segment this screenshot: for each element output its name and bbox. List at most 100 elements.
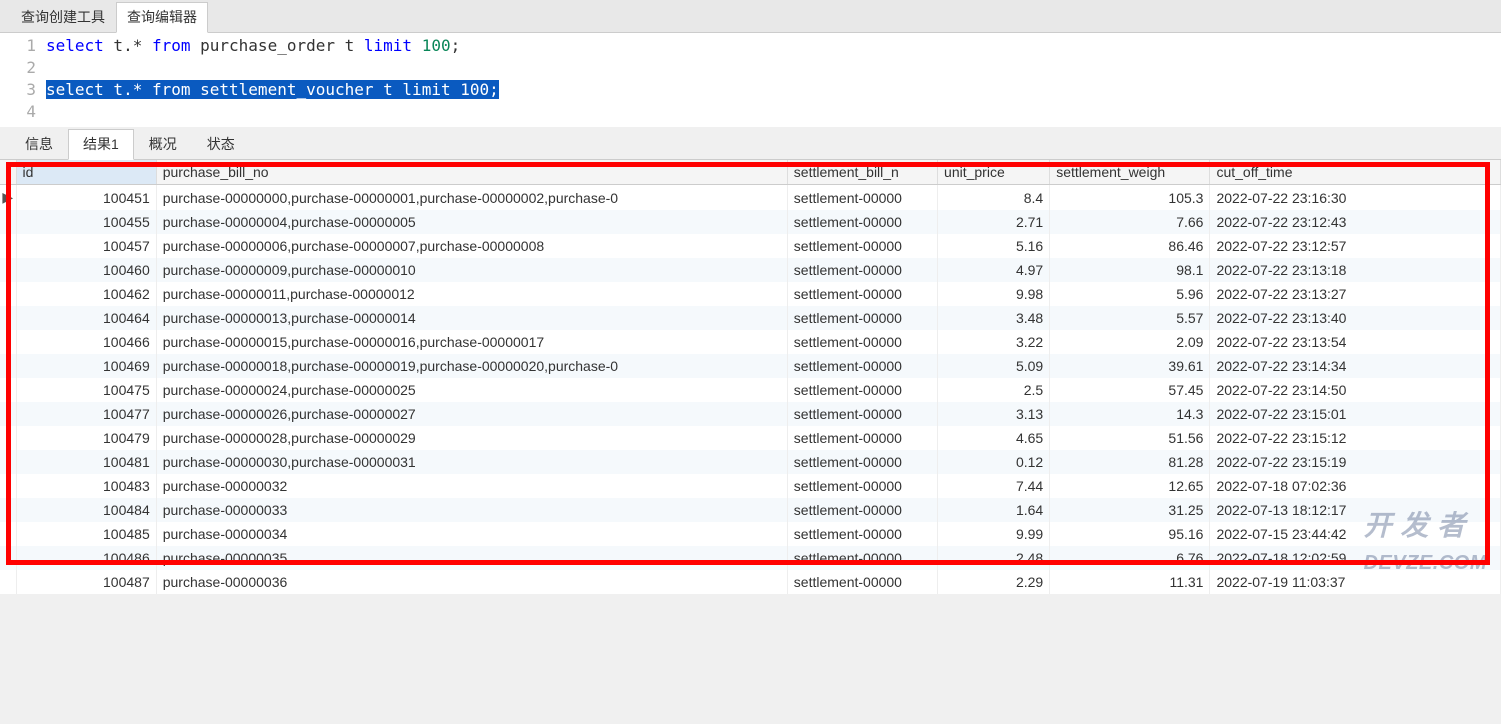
cell-id[interactable]: 100466 <box>16 330 156 354</box>
cell-cut-off-time[interactable]: 2022-07-22 23:15:01 <box>1210 402 1501 426</box>
cell-cut-off-time[interactable]: 2022-07-22 23:15:19 <box>1210 450 1501 474</box>
table-row[interactable]: 100469purchase-00000018,purchase-0000001… <box>0 354 1501 378</box>
cell-unit-price[interactable]: 2.48 <box>938 546 1050 570</box>
table-row[interactable]: 100485purchase-00000034settlement-000009… <box>0 522 1501 546</box>
cell-settlement-weight[interactable]: 12.65 <box>1050 474 1210 498</box>
table-row[interactable]: 100460purchase-00000009,purchase-0000001… <box>0 258 1501 282</box>
cell-cut-off-time[interactable]: 2022-07-18 07:02:36 <box>1210 474 1501 498</box>
cell-settlement-weight[interactable]: 2.09 <box>1050 330 1210 354</box>
table-row[interactable]: 100484purchase-00000033settlement-000001… <box>0 498 1501 522</box>
cell-unit-price[interactable]: 4.97 <box>938 258 1050 282</box>
cell-settlement-bill-no[interactable]: settlement-00000 <box>787 498 937 522</box>
cell-cut-off-time[interactable]: 2022-07-13 18:12:17 <box>1210 498 1501 522</box>
cell-settlement-weight[interactable]: 81.28 <box>1050 450 1210 474</box>
cell-unit-price[interactable]: 8.4 <box>938 185 1050 211</box>
cell-settlement-bill-no[interactable]: settlement-00000 <box>787 234 937 258</box>
results-grid[interactable]: id purchase_bill_no settlement_bill_n un… <box>0 160 1501 594</box>
column-header-settlement-bill-no[interactable]: settlement_bill_n <box>787 160 937 185</box>
cell-id[interactable]: 100464 <box>16 306 156 330</box>
cell-cut-off-time[interactable]: 2022-07-18 12:02:59 <box>1210 546 1501 570</box>
cell-cut-off-time[interactable]: 2022-07-22 23:13:40 <box>1210 306 1501 330</box>
tab-result1[interactable]: 结果1 <box>68 129 134 160</box>
sql-editor[interactable]: 1 2 3 4 select t.* from purchase_order t… <box>0 33 1501 127</box>
cell-unit-price[interactable]: 9.99 <box>938 522 1050 546</box>
cell-unit-price[interactable]: 1.64 <box>938 498 1050 522</box>
cell-settlement-weight[interactable]: 39.61 <box>1050 354 1210 378</box>
table-row[interactable]: 100475purchase-00000024,purchase-0000002… <box>0 378 1501 402</box>
column-header-cut-off-time[interactable]: cut_off_time <box>1210 160 1501 185</box>
cell-purchase-bill-no[interactable]: purchase-00000032 <box>156 474 787 498</box>
cell-unit-price[interactable]: 5.16 <box>938 234 1050 258</box>
cell-unit-price[interactable]: 7.44 <box>938 474 1050 498</box>
table-row[interactable]: 100487purchase-00000036settlement-000002… <box>0 570 1501 594</box>
cell-purchase-bill-no[interactable]: purchase-00000036 <box>156 570 787 594</box>
cell-id[interactable]: 100455 <box>16 210 156 234</box>
cell-purchase-bill-no[interactable]: purchase-00000011,purchase-00000012 <box>156 282 787 306</box>
tab-status[interactable]: 状态 <box>192 129 250 159</box>
cell-settlement-weight[interactable]: 95.16 <box>1050 522 1210 546</box>
cell-settlement-weight[interactable]: 86.46 <box>1050 234 1210 258</box>
cell-settlement-bill-no[interactable]: settlement-00000 <box>787 402 937 426</box>
cell-settlement-bill-no[interactable]: settlement-00000 <box>787 450 937 474</box>
cell-purchase-bill-no[interactable]: purchase-00000028,purchase-00000029 <box>156 426 787 450</box>
cell-cut-off-time[interactable]: 2022-07-22 23:14:34 <box>1210 354 1501 378</box>
cell-settlement-weight[interactable]: 105.3 <box>1050 185 1210 211</box>
cell-cut-off-time[interactable]: 2022-07-19 11:03:37 <box>1210 570 1501 594</box>
cell-settlement-bill-no[interactable]: settlement-00000 <box>787 354 937 378</box>
cell-unit-price[interactable]: 2.5 <box>938 378 1050 402</box>
cell-unit-price[interactable]: 9.98 <box>938 282 1050 306</box>
cell-id[interactable]: 100487 <box>16 570 156 594</box>
cell-unit-price[interactable]: 2.71 <box>938 210 1050 234</box>
cell-cut-off-time[interactable]: 2022-07-22 23:13:18 <box>1210 258 1501 282</box>
cell-settlement-weight[interactable]: 11.31 <box>1050 570 1210 594</box>
cell-settlement-bill-no[interactable]: settlement-00000 <box>787 426 937 450</box>
cell-unit-price[interactable]: 3.13 <box>938 402 1050 426</box>
column-header-unit-price[interactable]: unit_price <box>938 160 1050 185</box>
cell-settlement-bill-no[interactable]: settlement-00000 <box>787 282 937 306</box>
cell-cut-off-time[interactable]: 2022-07-22 23:13:27 <box>1210 282 1501 306</box>
cell-unit-price[interactable]: 0.12 <box>938 450 1050 474</box>
cell-id[interactable]: 100457 <box>16 234 156 258</box>
cell-unit-price[interactable]: 3.48 <box>938 306 1050 330</box>
cell-purchase-bill-no[interactable]: purchase-00000009,purchase-00000010 <box>156 258 787 282</box>
cell-purchase-bill-no[interactable]: purchase-00000024,purchase-00000025 <box>156 378 787 402</box>
cell-cut-off-time[interactable]: 2022-07-22 23:14:50 <box>1210 378 1501 402</box>
cell-id[interactable]: 100462 <box>16 282 156 306</box>
cell-settlement-weight[interactable]: 5.96 <box>1050 282 1210 306</box>
cell-purchase-bill-no[interactable]: purchase-00000013,purchase-00000014 <box>156 306 787 330</box>
cell-id[interactable]: 100481 <box>16 450 156 474</box>
cell-settlement-bill-no[interactable]: settlement-00000 <box>787 546 937 570</box>
cell-cut-off-time[interactable]: 2022-07-22 23:12:57 <box>1210 234 1501 258</box>
cell-settlement-weight[interactable]: 57.45 <box>1050 378 1210 402</box>
cell-id[interactable]: 100484 <box>16 498 156 522</box>
table-row[interactable]: ▶100451purchase-00000000,purchase-000000… <box>0 185 1501 211</box>
cell-purchase-bill-no[interactable]: purchase-00000034 <box>156 522 787 546</box>
table-row[interactable]: 100481purchase-00000030,purchase-0000003… <box>0 450 1501 474</box>
cell-purchase-bill-no[interactable]: purchase-00000018,purchase-00000019,purc… <box>156 354 787 378</box>
cell-id[interactable]: 100483 <box>16 474 156 498</box>
cell-id[interactable]: 100485 <box>16 522 156 546</box>
column-header-id[interactable]: id <box>16 160 156 185</box>
tab-info[interactable]: 信息 <box>10 129 68 159</box>
table-row[interactable]: 100462purchase-00000011,purchase-0000001… <box>0 282 1501 306</box>
table-row[interactable]: 100483purchase-00000032settlement-000007… <box>0 474 1501 498</box>
cell-unit-price[interactable]: 3.22 <box>938 330 1050 354</box>
tab-query-editor[interactable]: 查询编辑器 <box>116 2 208 33</box>
cell-cut-off-time[interactable]: 2022-07-22 23:15:12 <box>1210 426 1501 450</box>
cell-settlement-bill-no[interactable]: settlement-00000 <box>787 185 937 211</box>
cell-settlement-weight[interactable]: 31.25 <box>1050 498 1210 522</box>
cell-settlement-weight[interactable]: 14.3 <box>1050 402 1210 426</box>
cell-id[interactable]: 100479 <box>16 426 156 450</box>
cell-id[interactable]: 100460 <box>16 258 156 282</box>
cell-settlement-bill-no[interactable]: settlement-00000 <box>787 474 937 498</box>
cell-purchase-bill-no[interactable]: purchase-00000015,purchase-00000016,purc… <box>156 330 787 354</box>
table-row[interactable]: 100479purchase-00000028,purchase-0000002… <box>0 426 1501 450</box>
cell-purchase-bill-no[interactable]: purchase-00000035 <box>156 546 787 570</box>
cell-cut-off-time[interactable]: 2022-07-22 23:16:30 <box>1210 185 1501 211</box>
table-row[interactable]: 100466purchase-00000015,purchase-0000001… <box>0 330 1501 354</box>
cell-cut-off-time[interactable]: 2022-07-15 23:44:42 <box>1210 522 1501 546</box>
table-row[interactable]: 100477purchase-00000026,purchase-0000002… <box>0 402 1501 426</box>
table-row[interactable]: 100464purchase-00000013,purchase-0000001… <box>0 306 1501 330</box>
cell-id[interactable]: 100475 <box>16 378 156 402</box>
column-header-settlement-weight[interactable]: settlement_weigh <box>1050 160 1210 185</box>
